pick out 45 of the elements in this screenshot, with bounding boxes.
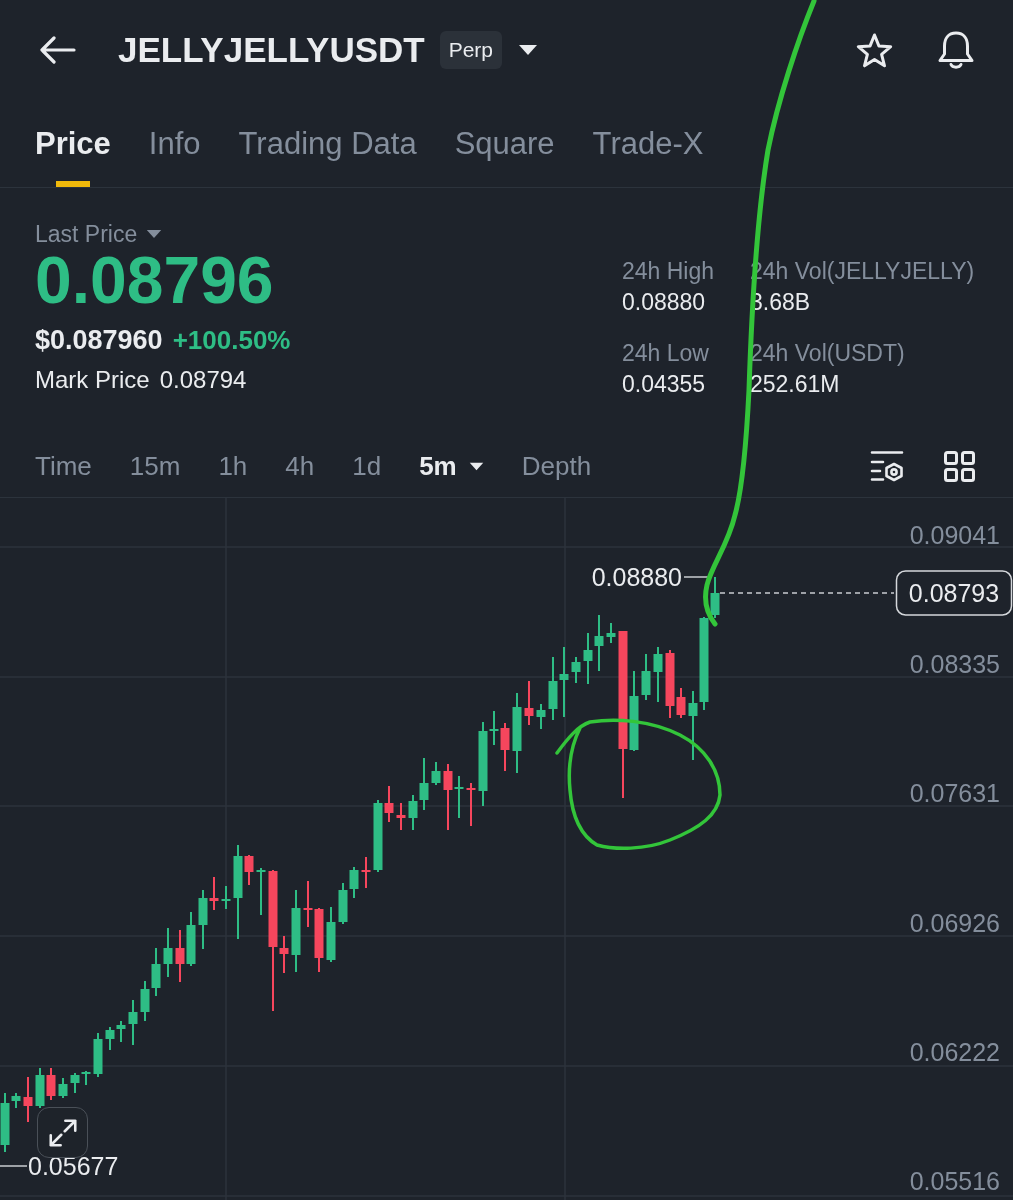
bell-icon[interactable] (937, 30, 975, 70)
interval-tab[interactable]: 15m (129, 450, 181, 482)
low-price-label: 0.05677 (28, 1152, 119, 1180)
mark-price-label: Mark Price (35, 366, 150, 394)
stat-label: 24h High (622, 257, 715, 286)
interval-tab[interactable]: 1h (218, 450, 248, 482)
price-change: +100.50% (172, 324, 291, 356)
interval-dropdown[interactable]: 5m (419, 450, 484, 482)
expand-icon (48, 1118, 77, 1147)
price-axis-label: 0.05516 (909, 1167, 1000, 1195)
last-price-value: 0.08796 (35, 247, 274, 313)
expand-button[interactable] (37, 1107, 88, 1158)
tab[interactable]: Trading Data (238, 100, 417, 187)
list-settings-icon[interactable] (870, 450, 904, 482)
price-axis-label: 0.06222 (909, 1037, 1000, 1066)
current-price-tag: 0.08793 (895, 570, 1013, 616)
tab[interactable]: Square (454, 100, 555, 187)
high-price-label: 0.08880 (591, 563, 682, 591)
stat-value: 0.04355 (622, 370, 706, 399)
star-icon[interactable] (856, 32, 893, 68)
tab[interactable]: Price (35, 100, 111, 187)
mark-price-value: 0.08794 (159, 366, 247, 394)
back-arrow-icon[interactable] (40, 36, 76, 64)
interval-tab[interactable]: 1d (352, 450, 382, 482)
last-price-label: Last Price (35, 220, 138, 248)
dropdown-caret-icon[interactable] (518, 44, 539, 56)
tab[interactable]: Info (148, 100, 201, 187)
price-axis-label: 0.09041 (909, 521, 1000, 549)
symbol-title: JELLYJELLYUSDT (118, 30, 425, 70)
price-axis-label: 0.08335 (909, 650, 1000, 679)
grid-icon[interactable] (944, 450, 975, 482)
stat-value: 0.08880 (622, 288, 706, 317)
caret-icon (468, 461, 484, 471)
interval-tab[interactable]: 4h (285, 450, 315, 482)
interval-tab[interactable]: Time (35, 450, 92, 482)
interval-tab[interactable]: Depth (521, 450, 592, 482)
caret-icon[interactable] (146, 229, 163, 239)
fiat-price: $0.087960 (35, 324, 163, 356)
stat-value: 252.61M (750, 370, 840, 399)
tab[interactable]: Trade-X (592, 100, 704, 187)
price-axis-label: 0.07631 (909, 779, 1000, 808)
contract-badge: Perp (439, 31, 503, 69)
stat-label: 24h Low (622, 339, 709, 368)
leader-line (0, 1165, 28, 1167)
price-axis-label: 0.06926 (909, 908, 1000, 937)
